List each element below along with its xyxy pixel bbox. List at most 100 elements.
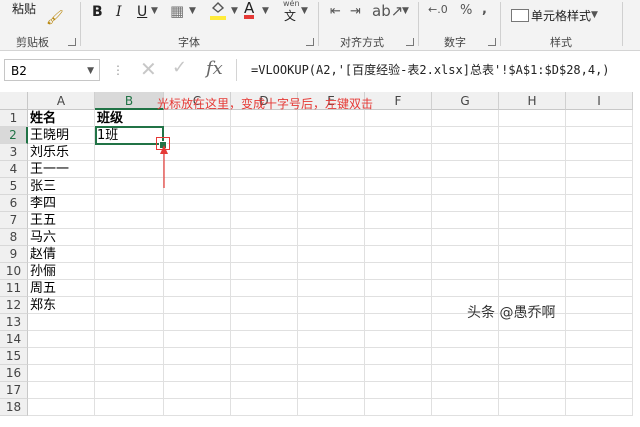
cell-f16[interactable] — [365, 365, 432, 382]
cell-f13[interactable] — [365, 314, 432, 331]
cell-g1[interactable] — [432, 110, 499, 127]
cell-a2[interactable]: 王晓明 — [28, 127, 95, 144]
row-header-15[interactable]: 15 — [0, 348, 28, 365]
italic-button[interactable]: I — [116, 4, 122, 20]
cell-d9[interactable] — [231, 246, 298, 263]
cell-g16[interactable] — [432, 365, 499, 382]
cell-i13[interactable] — [566, 314, 633, 331]
cancel-icon[interactable]: ✕ — [140, 57, 157, 81]
cell-h6[interactable] — [499, 195, 566, 212]
cell-h10[interactable] — [499, 263, 566, 280]
cell-h14[interactable] — [499, 331, 566, 348]
row-header-10[interactable]: 10 — [0, 263, 28, 280]
row-header-12[interactable]: 12 — [0, 297, 28, 314]
cell-c16[interactable] — [164, 365, 231, 382]
cell-h15[interactable] — [499, 348, 566, 365]
cell-f18[interactable] — [365, 399, 432, 416]
cell-e13[interactable] — [298, 314, 365, 331]
cell-i12[interactable] — [566, 297, 633, 314]
cell-c7[interactable] — [164, 212, 231, 229]
cell-a9[interactable]: 赵倩 — [28, 246, 95, 263]
cell-i1[interactable] — [566, 110, 633, 127]
cell-g8[interactable] — [432, 229, 499, 246]
phonetic-guide-button[interactable]: 文 — [284, 7, 296, 24]
cell-f7[interactable] — [365, 212, 432, 229]
borders-icon[interactable]: ▦ — [170, 2, 184, 20]
orientation-icon[interactable]: ab↗ — [372, 2, 403, 20]
cell-b8[interactable] — [95, 229, 164, 246]
cell-d4[interactable] — [231, 161, 298, 178]
cell-i8[interactable] — [566, 229, 633, 246]
cell-c6[interactable] — [164, 195, 231, 212]
row-header-8[interactable]: 8 — [0, 229, 28, 246]
cell-f15[interactable] — [365, 348, 432, 365]
underline-dropdown-icon[interactable]: ▼ — [151, 6, 158, 16]
cell-b18[interactable] — [95, 399, 164, 416]
cell-i4[interactable] — [566, 161, 633, 178]
cell-d11[interactable] — [231, 280, 298, 297]
cell-g17[interactable] — [432, 382, 499, 399]
cell-e9[interactable] — [298, 246, 365, 263]
percent-button[interactable]: % — [460, 3, 472, 18]
cell-h8[interactable] — [499, 229, 566, 246]
formula-input[interactable]: =VLOOKUP(A2,'[百度经验-表2.xlsx]总表'!$A$1:$D$2… — [236, 59, 640, 81]
row-header-17[interactable]: 17 — [0, 382, 28, 399]
cell-g10[interactable] — [432, 263, 499, 280]
cell-a8[interactable]: 马六 — [28, 229, 95, 246]
cell-d16[interactable] — [231, 365, 298, 382]
cell-f14[interactable] — [365, 331, 432, 348]
cell-e8[interactable] — [298, 229, 365, 246]
font-launcher-icon[interactable] — [306, 38, 314, 46]
cell-b13[interactable] — [95, 314, 164, 331]
cell-b14[interactable] — [95, 331, 164, 348]
cell-e7[interactable] — [298, 212, 365, 229]
cell-a3[interactable]: 刘乐乐 — [28, 144, 95, 161]
cell-style-dropdown-icon[interactable]: ▼ — [591, 10, 598, 20]
cell-b12[interactable] — [95, 297, 164, 314]
row-header-4[interactable]: 4 — [0, 161, 28, 178]
column-header-a[interactable]: A — [28, 92, 95, 110]
cell-a17[interactable] — [28, 382, 95, 399]
cell-i14[interactable] — [566, 331, 633, 348]
cell-g11[interactable] — [432, 280, 499, 297]
row-header-13[interactable]: 13 — [0, 314, 28, 331]
cell-c13[interactable] — [164, 314, 231, 331]
cell-e2[interactable] — [298, 127, 365, 144]
cell-d3[interactable] — [231, 144, 298, 161]
cell-d17[interactable] — [231, 382, 298, 399]
cell-b2[interactable]: 1班 — [95, 127, 164, 144]
cell-g3[interactable] — [432, 144, 499, 161]
cell-f1[interactable] — [365, 110, 432, 127]
cell-b11[interactable] — [95, 280, 164, 297]
cell-f5[interactable] — [365, 178, 432, 195]
column-header-i[interactable]: I — [566, 92, 633, 110]
enter-check-icon[interactable]: ✓ — [172, 57, 187, 78]
cell-a4[interactable]: 王一一 — [28, 161, 95, 178]
cell-i18[interactable] — [566, 399, 633, 416]
cell-f12[interactable] — [365, 297, 432, 314]
row-header-7[interactable]: 7 — [0, 212, 28, 229]
cell-g6[interactable] — [432, 195, 499, 212]
cell-i3[interactable] — [566, 144, 633, 161]
cell-d15[interactable] — [231, 348, 298, 365]
cell-c11[interactable] — [164, 280, 231, 297]
cell-h5[interactable] — [499, 178, 566, 195]
font-color-dropdown-icon[interactable]: ▼ — [262, 6, 269, 16]
cell-h4[interactable] — [499, 161, 566, 178]
cell-i7[interactable] — [566, 212, 633, 229]
cell-c14[interactable] — [164, 331, 231, 348]
cell-f2[interactable] — [365, 127, 432, 144]
cell-i5[interactable] — [566, 178, 633, 195]
cell-h1[interactable] — [499, 110, 566, 127]
cell-h7[interactable] — [499, 212, 566, 229]
cell-f10[interactable] — [365, 263, 432, 280]
cell-f3[interactable] — [365, 144, 432, 161]
cell-c5[interactable] — [164, 178, 231, 195]
cell-c9[interactable] — [164, 246, 231, 263]
cell-a14[interactable] — [28, 331, 95, 348]
cell-g4[interactable] — [432, 161, 499, 178]
cell-c17[interactable] — [164, 382, 231, 399]
increase-indent-icon[interactable]: ⇥ — [350, 4, 361, 19]
formula-bar-grip-icon[interactable]: ⋮ — [112, 63, 124, 77]
cell-e14[interactable] — [298, 331, 365, 348]
